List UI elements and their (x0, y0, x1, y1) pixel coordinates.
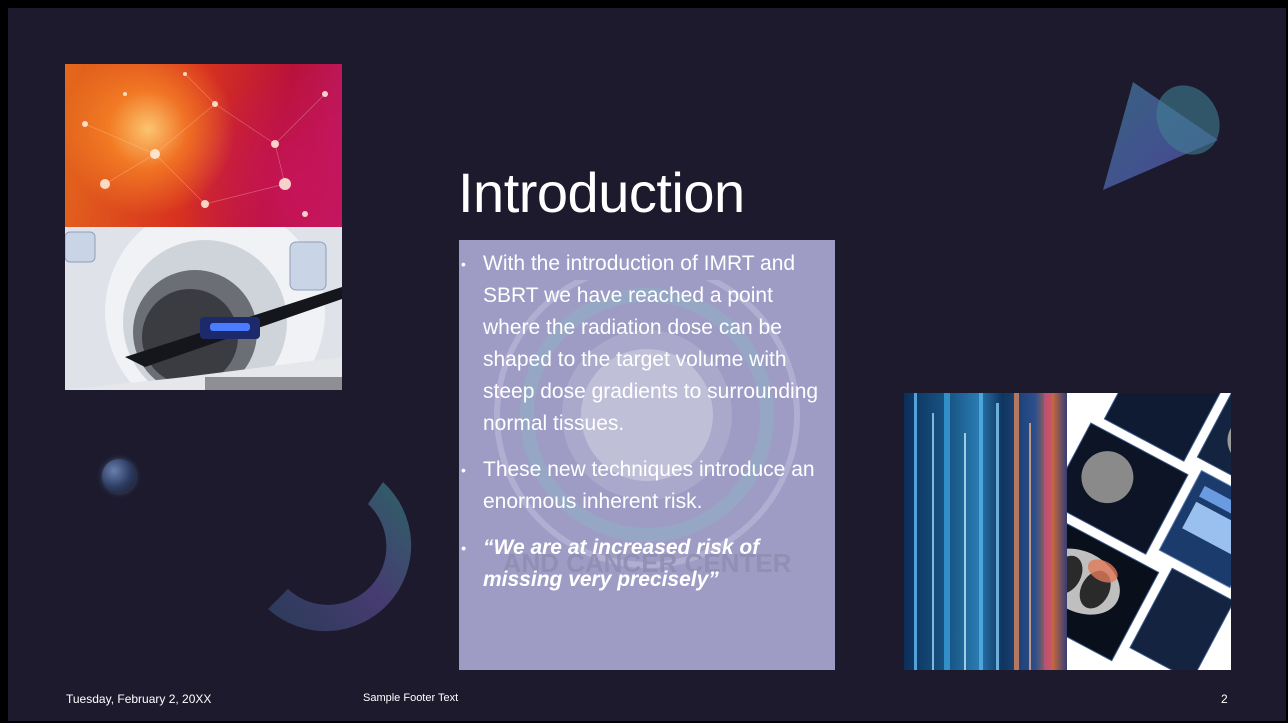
ct-scan-screens-image (1067, 393, 1231, 670)
cone-decoration-icon (1103, 82, 1220, 190)
arc-decoration-icon (268, 482, 412, 632)
footer-date: Tuesday, February 2, 20XX (66, 692, 212, 706)
linac-drawing-icon (65, 227, 342, 390)
bullet-text: “We are at increased risk of missing ver… (483, 536, 760, 591)
bullet-text: These new techniques introduce an enormo… (483, 458, 815, 513)
slide: Introduction AND CANCER CENTER • With the… (8, 8, 1286, 721)
footer-text: Sample Footer Text (363, 692, 459, 704)
linac-machine-image (65, 227, 342, 390)
bullet-text: With the introduction of IMRT and SBRT w… (483, 252, 819, 435)
page-number: 2 (1221, 692, 1228, 706)
data-visualization-image (904, 393, 1068, 670)
bullet-marker: • (461, 540, 466, 556)
bullet-marker: • (461, 462, 466, 478)
bullet-item: • “We are at increased risk of missing ve… (459, 532, 835, 596)
light-streaks-icon (914, 393, 1052, 670)
bullet-marker: • (461, 256, 466, 272)
content-box: AND CANCER CENTER • With the introduction… (459, 240, 835, 670)
bullet-item: • These new techniques introduce an enorm… (459, 454, 835, 518)
slide-title: Introduction (458, 161, 745, 224)
ct-monitors-icon (1067, 393, 1231, 670)
bullet-list: • With the introduction of IMRT and SBRT … (459, 248, 835, 610)
abstract-network-image (65, 64, 342, 227)
bubble-decoration-icon (102, 459, 136, 493)
network-lines-icon (82, 72, 328, 217)
bullet-item: • With the introduction of IMRT and SBRT … (459, 248, 835, 440)
